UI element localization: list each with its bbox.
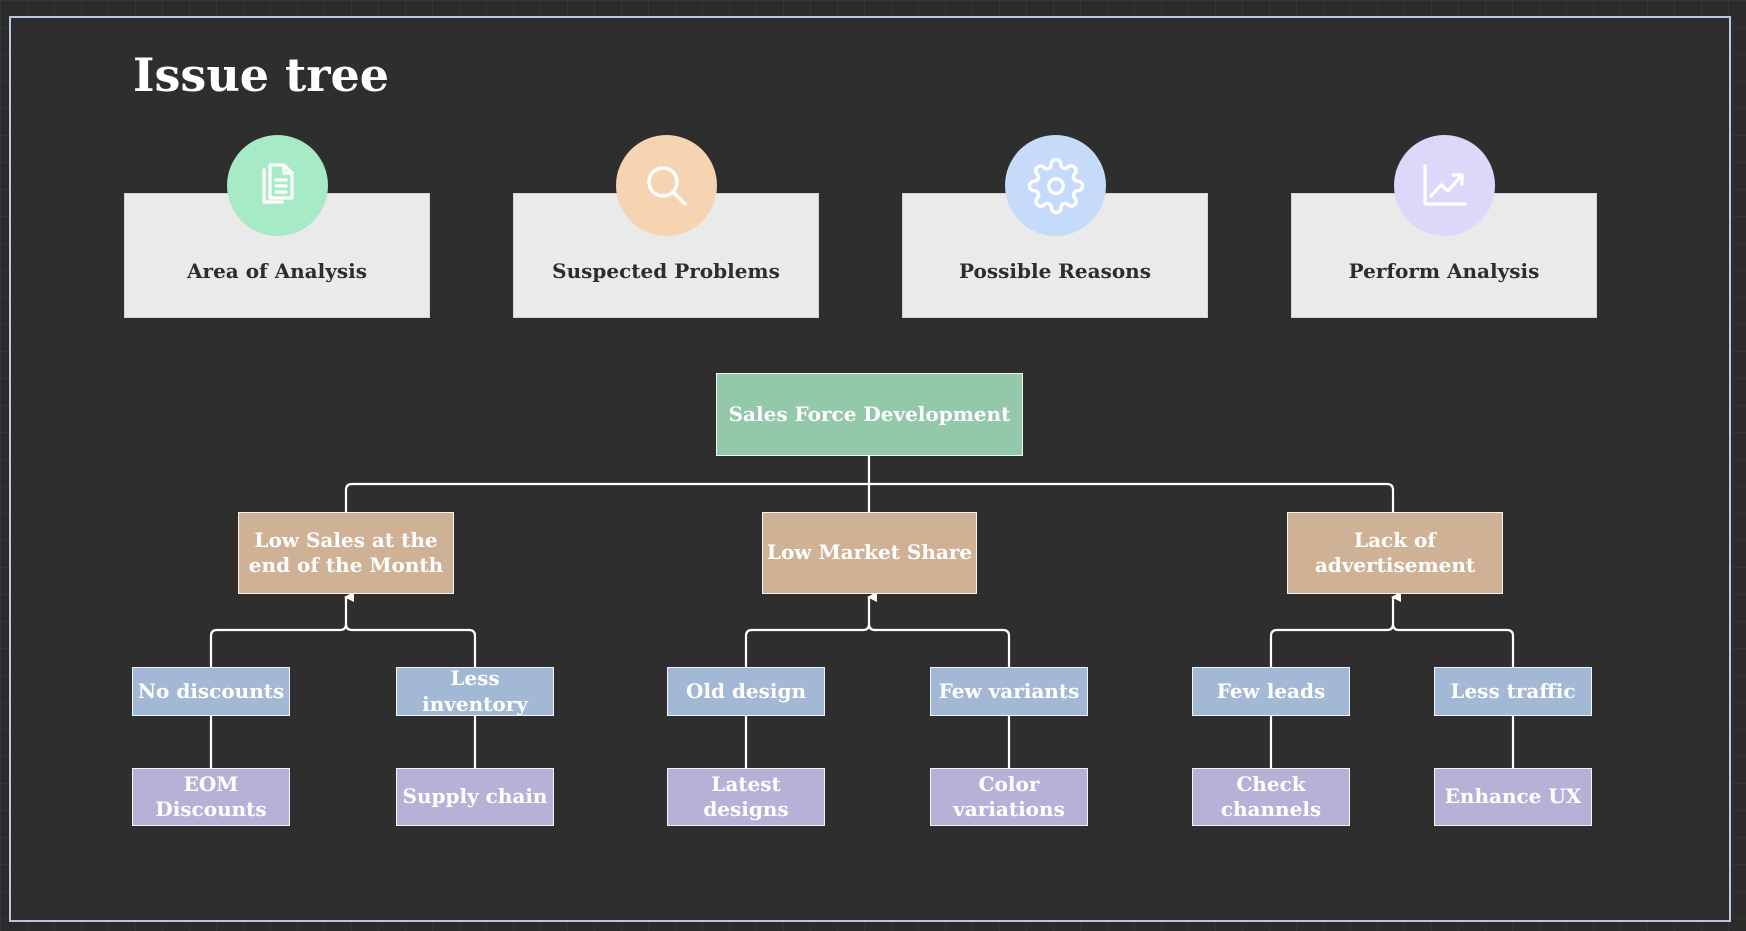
connector-branch-2 (744, 622, 1011, 667)
cause-node-no-discounts: No discounts (132, 667, 290, 716)
solution-node-label: Supply chain (402, 784, 548, 809)
cause-node-few-variants: Few variants (930, 667, 1088, 716)
solution-node-label: Color variations (953, 771, 1065, 821)
branch-node-lack-of-advertisement: Lack of advertisement (1287, 512, 1503, 594)
solution-node-eom-discounts: EOM Discounts (132, 768, 290, 826)
cause-node-label: Less inventory (422, 666, 528, 716)
branch-node-label: Low Sales at the end of the Month (248, 527, 444, 577)
cause-node-old-design: Old design (667, 667, 825, 716)
cause-node-label: Less traffic (1450, 678, 1576, 703)
solution-node-latest-designs: Latest designs (667, 768, 825, 826)
cause-node-label: No discounts (137, 678, 285, 703)
cause-node-label: Old design (685, 678, 807, 703)
solution-node-label: Check channels (1220, 771, 1322, 821)
connector-branch-1 (209, 622, 477, 667)
connector-cause-solution (209, 716, 1515, 768)
cause-node-less-traffic: Less traffic (1434, 667, 1592, 716)
solution-node-enhance-ux: Enhance UX (1434, 768, 1592, 826)
branch-node-label: Low Market Share (766, 540, 973, 565)
connector-branch-3 (1269, 622, 1515, 667)
connector-root-branches (344, 456, 1395, 512)
cause-node-less-inventory: Less inventory (396, 666, 554, 716)
cause-node-label: Few leads (1216, 678, 1326, 703)
solution-node-label: Latest designs (703, 771, 789, 821)
root-node-label: Sales Force Development (728, 401, 1011, 426)
solution-node-color-variations: Color variations (930, 768, 1088, 826)
cause-node-few-leads: Few leads (1192, 667, 1350, 716)
branch-node-low-market-share: Low Market Share (762, 512, 977, 594)
branch-node-low-sales: Low Sales at the end of the Month (238, 512, 454, 594)
solution-node-label: EOM Discounts (155, 771, 267, 821)
branch-node-label: Lack of advertisement (1314, 527, 1476, 577)
root-node: Sales Force Development (716, 373, 1023, 456)
solution-node-supply-chain: Supply chain (396, 768, 554, 826)
solution-node-check-channels: Check channels (1192, 768, 1350, 826)
solution-node-label: Enhance UX (1444, 784, 1582, 809)
cause-node-label: Few variants (938, 678, 1080, 703)
